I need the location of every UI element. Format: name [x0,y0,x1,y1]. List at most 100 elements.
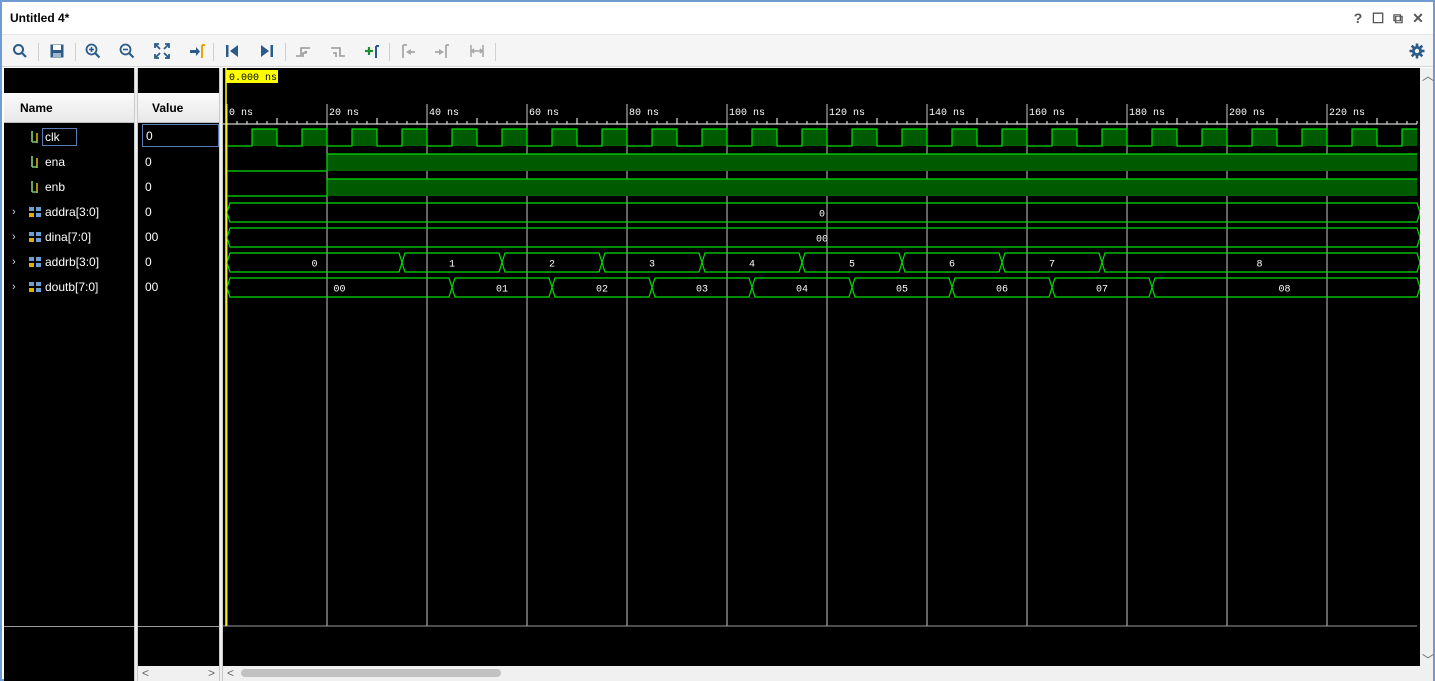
zoom-fit-icon[interactable] [150,40,174,62]
ruler-label: 160 ns [1029,108,1065,119]
ruler-label: 120 ns [829,108,865,119]
close-icon[interactable]: ✕ [1411,10,1425,26]
maximize-icon[interactable]: ☐ [1371,10,1385,26]
clk-high-fill [1152,129,1177,146]
signal-value: 00 [145,229,159,244]
addrb-segment-label: 5 [849,260,855,271]
scroll-up-icon[interactable]: ︿ [1422,70,1434,82]
next-marker-icon[interactable] [430,40,454,62]
doutb-segment-label: 08 [1278,285,1290,296]
doutb-segment-label: 01 [496,285,508,296]
scroll-left-icon[interactable]: < [142,667,149,679]
scroll-down-icon[interactable]: ﹀ [1422,654,1434,666]
clk-high-fill [1252,129,1277,146]
value-column-header[interactable]: Value [138,93,219,123]
zoom-in-icon[interactable] [81,40,105,62]
scroll-right-icon[interactable]: > [208,667,215,679]
value-horizontal-scrollbar[interactable]: < > [138,666,219,681]
addra-segment-label: 0 [819,210,825,221]
signal-row-dina[interactable]: › dina[7:0] [4,224,134,249]
waveform-horizontal-scrollbar[interactable]: < [223,666,1420,681]
window-title: Untitled 4* [10,11,70,25]
chevron-right-icon[interactable]: › [12,206,24,218]
toolbar-separator [38,43,39,61]
vertical-scrollbar[interactable]: ︿ ﹀ [1420,68,1434,681]
signal-row-enb[interactable]: enb [4,174,134,199]
ruler-label: 200 ns [1229,108,1265,119]
signal-row-ena[interactable]: ena [4,149,134,174]
addrb-segment-label: 8 [1256,260,1262,271]
ruler-label: 40 ns [429,108,459,119]
addrb-segment-label: 7 [1049,260,1055,271]
signal-value: 0 [145,254,152,269]
signal-name: enb [45,179,66,194]
clk-high-fill [352,129,377,146]
ruler-label: 180 ns [1129,108,1165,119]
cursor-time-label: 0.000 ns [229,73,277,84]
chevron-right-icon[interactable]: › [12,256,24,268]
signal-name: clk [42,127,77,146]
signal-name: ena [45,154,66,169]
previous-transition-icon[interactable] [291,40,315,62]
scroll-thumb[interactable] [241,669,501,677]
bus-signal-icon [28,230,42,244]
go-to-last-time-icon[interactable] [255,40,279,62]
signal-row-addrb[interactable]: › addrb[3:0] [4,249,134,274]
float-icon[interactable]: ⧉ [1391,10,1405,26]
clk-high-fill [1202,129,1227,146]
enb-high-fill [327,179,1417,196]
help-icon[interactable]: ? [1351,10,1365,26]
addrb-segment-label: 1 [449,260,455,271]
chevron-right-icon[interactable]: › [12,231,24,243]
zoom-out-icon[interactable] [115,40,139,62]
bit-signal-icon [28,155,42,169]
signal-name: addra[3:0] [45,204,100,219]
waveform-svg[interactable]: 0.000 ns0 ns 20 ns 40 ns 60 ns 80 ns 100 ns 12… [223,68,1421,681]
bus-signal-icon [28,280,42,294]
toolbar-separator [389,43,390,61]
go-to-cursor-icon[interactable] [185,40,209,62]
clk-high-fill [652,129,677,146]
chevron-right-icon[interactable]: › [12,281,24,293]
clk-high-fill [502,129,527,146]
waveform-window: Untitled 4* ? ☐ ⧉ ✕ Name clk ena enb › a… [0,0,1435,681]
clk-high-fill [902,129,927,146]
clk-high-fill [1052,129,1077,146]
addrb-segment-label: 6 [949,260,955,271]
signal-name: dina[7:0] [45,229,92,244]
clk-high-fill [1102,129,1127,146]
signal-value-panel: Value 0 0 0 0 00 0 00 [138,68,219,681]
ruler-label: 220 ns [1329,108,1365,119]
clk-high-fill [552,129,577,146]
go-to-time-zero-icon[interactable] [220,40,244,62]
doutb-segment-label: 06 [996,285,1008,296]
clk-high-fill [802,129,827,146]
clk-high-fill [252,129,277,146]
name-column-header[interactable]: Name [4,93,134,123]
add-marker-icon[interactable] [360,40,384,62]
clk-high-fill [602,129,627,146]
scroll-left-icon[interactable]: < [227,667,234,679]
next-transition-icon[interactable] [326,40,350,62]
addrb-segment-label: 4 [749,260,755,271]
clk-high-fill [1352,129,1377,146]
signal-row-doutb[interactable]: › doutb[7:0] [4,274,134,299]
search-icon[interactable] [8,40,32,62]
swap-cursors-icon[interactable] [465,40,489,62]
save-icon[interactable] [45,40,69,62]
waveform-toolbar [2,34,1433,67]
waveform-canvas[interactable]: 0.000 ns 0 ns 20 ns 40 ns 60 ns 80 ns 100 ns 12… [223,68,1421,681]
previous-marker-icon[interactable] [396,40,420,62]
signal-row-addra[interactable]: › addra[3:0] [4,199,134,224]
clk-high-fill [1302,129,1327,146]
signal-value: 00 [145,279,159,294]
doutb-segment-label: 00 [333,285,345,296]
clk-high-fill [452,129,477,146]
addrb-segment-label: 0 [311,260,317,271]
title-bar: Untitled 4* ? ☐ ⧉ ✕ [2,2,1433,34]
signal-row-clk[interactable]: clk [4,124,134,149]
gear-icon[interactable] [1407,41,1427,61]
signal-value: 0 [145,179,152,194]
ruler-label: 100 ns [729,108,765,119]
window-controls: ? ☐ ⧉ ✕ [1351,10,1425,26]
